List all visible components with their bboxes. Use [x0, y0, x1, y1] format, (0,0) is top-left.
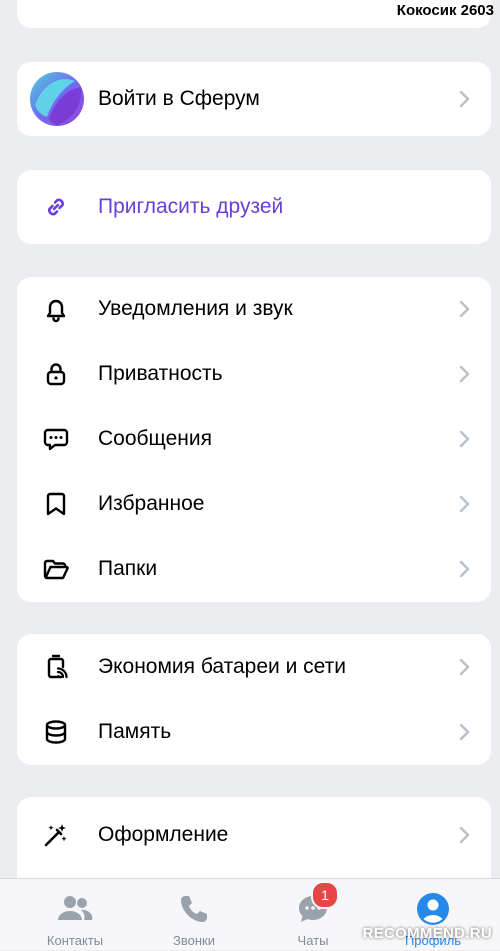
link-icon: [41, 192, 71, 222]
settings-item-appearance[interactable]: Оформление: [17, 803, 491, 867]
tab-contacts[interactable]: Контакты: [25, 879, 125, 951]
chevron-right-icon: [459, 495, 470, 513]
tab-label: Контакты: [46, 933, 104, 948]
chevron-right-icon: [459, 826, 470, 844]
tab-chats[interactable]: 1 Чаты: [263, 879, 363, 951]
settings-item-privacy[interactable]: Приватность: [17, 342, 491, 406]
settings-item-battery[interactable]: Экономия батареи и сети: [17, 635, 491, 699]
phone-icon: [176, 891, 212, 927]
storage-icon: [41, 717, 71, 747]
settings-item-label: Избранное: [98, 492, 205, 515]
invite-row[interactable]: Пригласить друзей: [17, 175, 491, 239]
settings-item-label: Сообщения: [98, 427, 212, 450]
settings-item-label: Оформление: [98, 823, 229, 846]
chevron-right-icon: [459, 90, 470, 108]
invite-label: Пригласить друзей: [98, 195, 284, 218]
settings-item-storage[interactable]: Память: [17, 700, 491, 764]
battery-saver-icon: [41, 652, 71, 682]
site-watermark: RECOMMEND.RU: [362, 925, 492, 942]
settings-group-1: Уведомления и звук Приватность Сообщения…: [17, 277, 491, 602]
sferum-card[interactable]: Войти в Сферум: [17, 62, 491, 136]
chat-icon: 1: [295, 881, 339, 927]
settings-item-label: Уведомления и звук: [98, 297, 293, 320]
settings-item-label: Папки: [98, 557, 158, 580]
chevron-right-icon: [459, 365, 470, 383]
settings-item-folders[interactable]: Папки: [17, 537, 491, 601]
tab-label: Чаты: [297, 933, 329, 948]
username-watermark: Кокосик 2603: [396, 2, 494, 19]
message-icon: [41, 424, 71, 454]
settings-item-label: Память: [98, 720, 172, 743]
sferum-logo-icon: [29, 71, 85, 127]
chevron-right-icon: [459, 658, 470, 676]
settings-group-2: Экономия батареи и сети Память: [17, 634, 491, 765]
sferum-label: Войти в Сферум: [98, 87, 260, 110]
unread-badge: 1: [311, 881, 339, 909]
lock-icon: [41, 359, 71, 389]
tab-label: Звонки: [173, 933, 215, 948]
bell-icon: [41, 294, 71, 324]
settings-item-favorites[interactable]: Избранное: [17, 472, 491, 536]
bookmark-icon: [41, 489, 71, 519]
invite-card[interactable]: Пригласить друзей: [17, 170, 491, 244]
settings-item-label: Экономия батареи и сети: [98, 655, 346, 678]
chevron-right-icon: [459, 560, 470, 578]
chevron-right-icon: [459, 300, 470, 318]
settings-item-notifications[interactable]: Уведомления и звук: [17, 277, 491, 341]
chevron-right-icon: [459, 723, 470, 741]
settings-item-label: Приватность: [98, 362, 223, 385]
sferum-row[interactable]: Войти в Сферум: [17, 67, 491, 131]
profile-icon: [415, 891, 451, 927]
tab-calls[interactable]: Звонки: [144, 879, 244, 951]
contacts-icon: [57, 891, 93, 927]
chevron-right-icon: [459, 430, 470, 448]
magic-wand-icon: [41, 820, 71, 850]
settings-item-messages[interactable]: Сообщения: [17, 407, 491, 471]
folder-icon: [41, 554, 71, 584]
